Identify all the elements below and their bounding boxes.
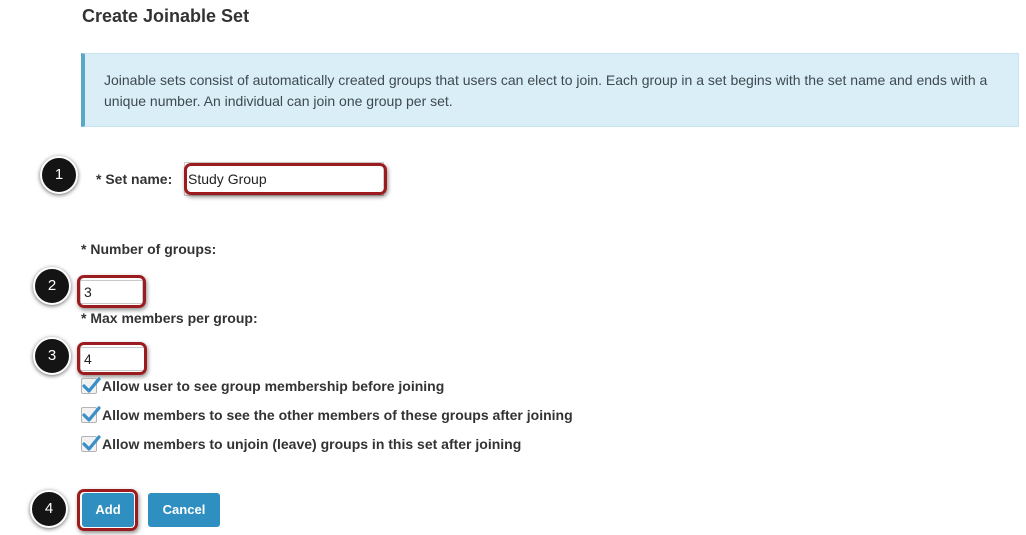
num-groups-label: * Number of groups: — [81, 241, 217, 257]
checkmark-icon — [82, 406, 101, 422]
add-button[interactable]: Add — [82, 493, 134, 527]
checkmark-icon — [82, 377, 101, 393]
page-title: Create Joinable Set — [82, 6, 250, 26]
step-badge-3: 3 — [33, 337, 71, 375]
max-members-input[interactable]: 4 — [80, 347, 145, 371]
set-name-label: * Set name: — [96, 171, 173, 187]
num-groups-input[interactable]: 3 — [80, 280, 143, 304]
step-badge-4: 4 — [30, 490, 68, 528]
max-members-label: * Max members per group: — [81, 310, 258, 326]
checkbox-row-unjoin[interactable]: Allow members to unjoin (leave) groups i… — [81, 434, 521, 454]
step-badge-1: 1 — [40, 156, 78, 194]
checkmark-icon — [82, 435, 101, 451]
info-message: Joinable sets consist of automatically c… — [81, 53, 1019, 127]
unjoin-label: Allow members to unjoin (leave) groups i… — [102, 436, 522, 452]
see-membership-checkbox[interactable] — [81, 377, 101, 394]
see-membership-label: Allow user to see group membership befor… — [102, 378, 445, 394]
set-name-input[interactable]: Study Group — [184, 162, 384, 196]
cancel-button[interactable]: Cancel — [148, 493, 220, 527]
see-members-label: Allow members to see the other members o… — [102, 407, 573, 423]
unjoin-checkbox[interactable] — [81, 435, 101, 452]
checkbox-row-see-members[interactable]: Allow members to see the other members o… — [81, 405, 573, 425]
step-badge-2: 2 — [33, 267, 71, 305]
see-members-checkbox[interactable] — [81, 406, 101, 423]
checkbox-row-see-membership[interactable]: Allow user to see group membership befor… — [81, 376, 444, 396]
